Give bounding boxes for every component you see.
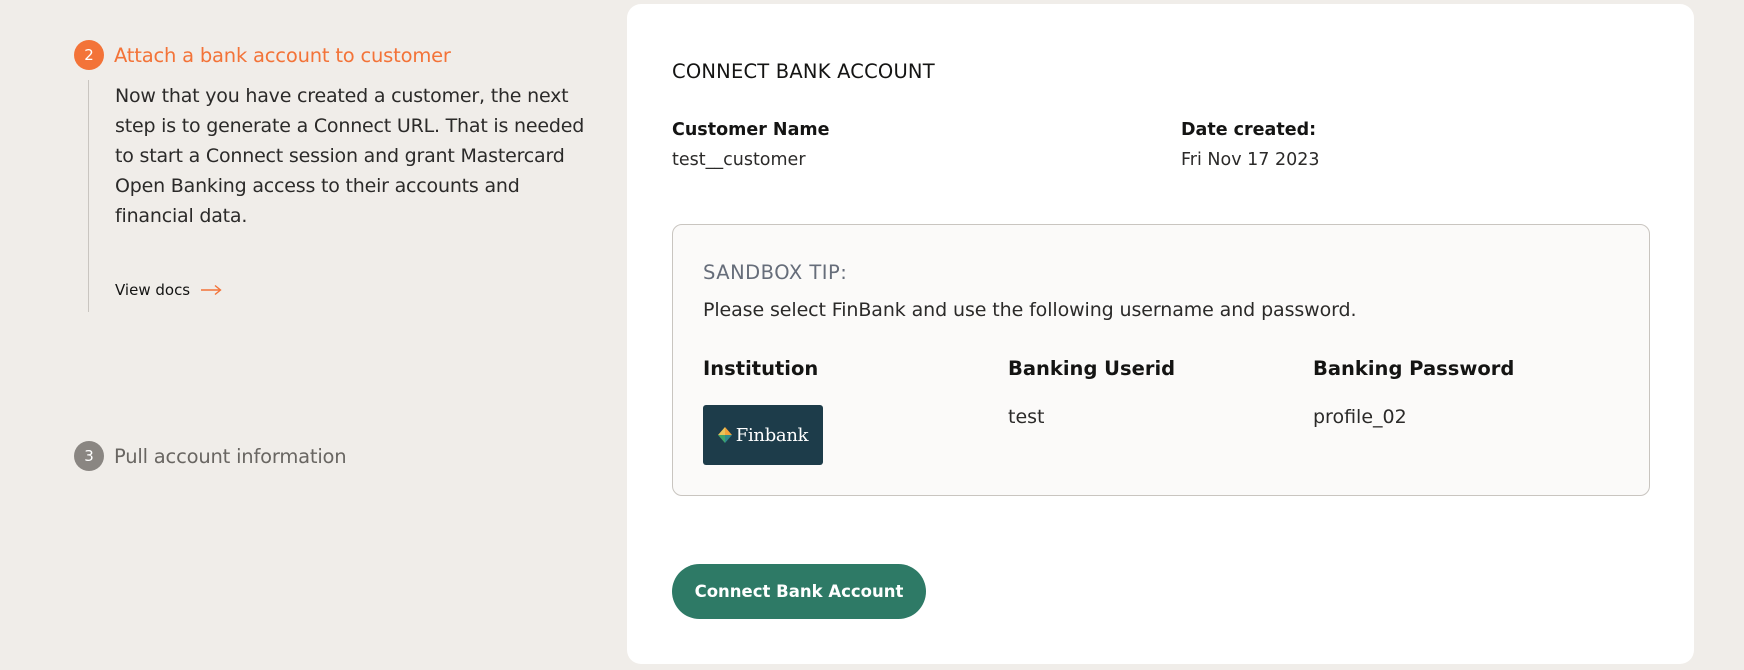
finbank-logo: Finbank bbox=[703, 405, 823, 465]
step-attach-bank-account: 2 Attach a bank account to customer Now … bbox=[74, 40, 594, 312]
finbank-diamond-icon bbox=[717, 427, 732, 443]
password-header: Banking Password bbox=[1313, 357, 1515, 380]
card-title: CONNECT BANK ACCOUNT bbox=[672, 60, 935, 83]
step-title[interactable]: Attach a bank account to customer bbox=[114, 44, 451, 67]
userid-header: Banking Userid bbox=[1008, 357, 1176, 380]
password-value: profile_02 bbox=[1313, 406, 1407, 428]
sandbox-tip-box: SANDBOX TIP: Please select FinBank and u… bbox=[672, 224, 1650, 496]
step-body: Now that you have created a customer, th… bbox=[88, 80, 594, 312]
connect-bank-card: CONNECT BANK ACCOUNT Customer Name test_… bbox=[627, 4, 1694, 664]
step-number-badge: 3 bbox=[74, 441, 104, 471]
date-created-field: Date created: Fri Nov 17 2023 bbox=[1181, 120, 1320, 170]
view-docs-label: View docs bbox=[115, 281, 191, 299]
date-created-label: Date created: bbox=[1181, 120, 1317, 140]
customer-name-label: Customer Name bbox=[672, 120, 830, 140]
date-created-value: Fri Nov 17 2023 bbox=[1181, 150, 1320, 170]
step-number-badge: 2 bbox=[74, 40, 104, 70]
customer-name-value: test__customer bbox=[672, 150, 806, 170]
institution-header: Institution bbox=[703, 357, 819, 380]
finbank-logo-text: Finbank bbox=[735, 424, 809, 446]
step-pull-account-info[interactable]: 3 Pull account information bbox=[74, 441, 347, 471]
userid-value: test bbox=[1008, 406, 1045, 428]
step-header: 3 Pull account information bbox=[74, 441, 347, 471]
step-header: 2 Attach a bank account to customer bbox=[74, 40, 594, 70]
page: 2 Attach a bank account to customer Now … bbox=[0, 0, 1744, 670]
arrow-right-icon bbox=[200, 284, 222, 296]
userid-column: Banking Userid test bbox=[1008, 357, 1175, 428]
sandbox-tip-title: SANDBOX TIP: bbox=[703, 261, 848, 284]
connect-bank-account-button[interactable]: Connect Bank Account bbox=[672, 564, 926, 619]
institution-column: Institution bbox=[703, 357, 818, 380]
sandbox-tip-text: Please select FinBank and use the follow… bbox=[703, 299, 1357, 321]
customer-name-field: Customer Name test__customer bbox=[672, 120, 830, 170]
password-column: Banking Password profile_02 bbox=[1313, 357, 1514, 428]
step-title: Pull account information bbox=[114, 444, 347, 468]
step-description: Now that you have created a customer, th… bbox=[115, 85, 585, 227]
view-docs-link[interactable]: View docs bbox=[115, 281, 222, 299]
